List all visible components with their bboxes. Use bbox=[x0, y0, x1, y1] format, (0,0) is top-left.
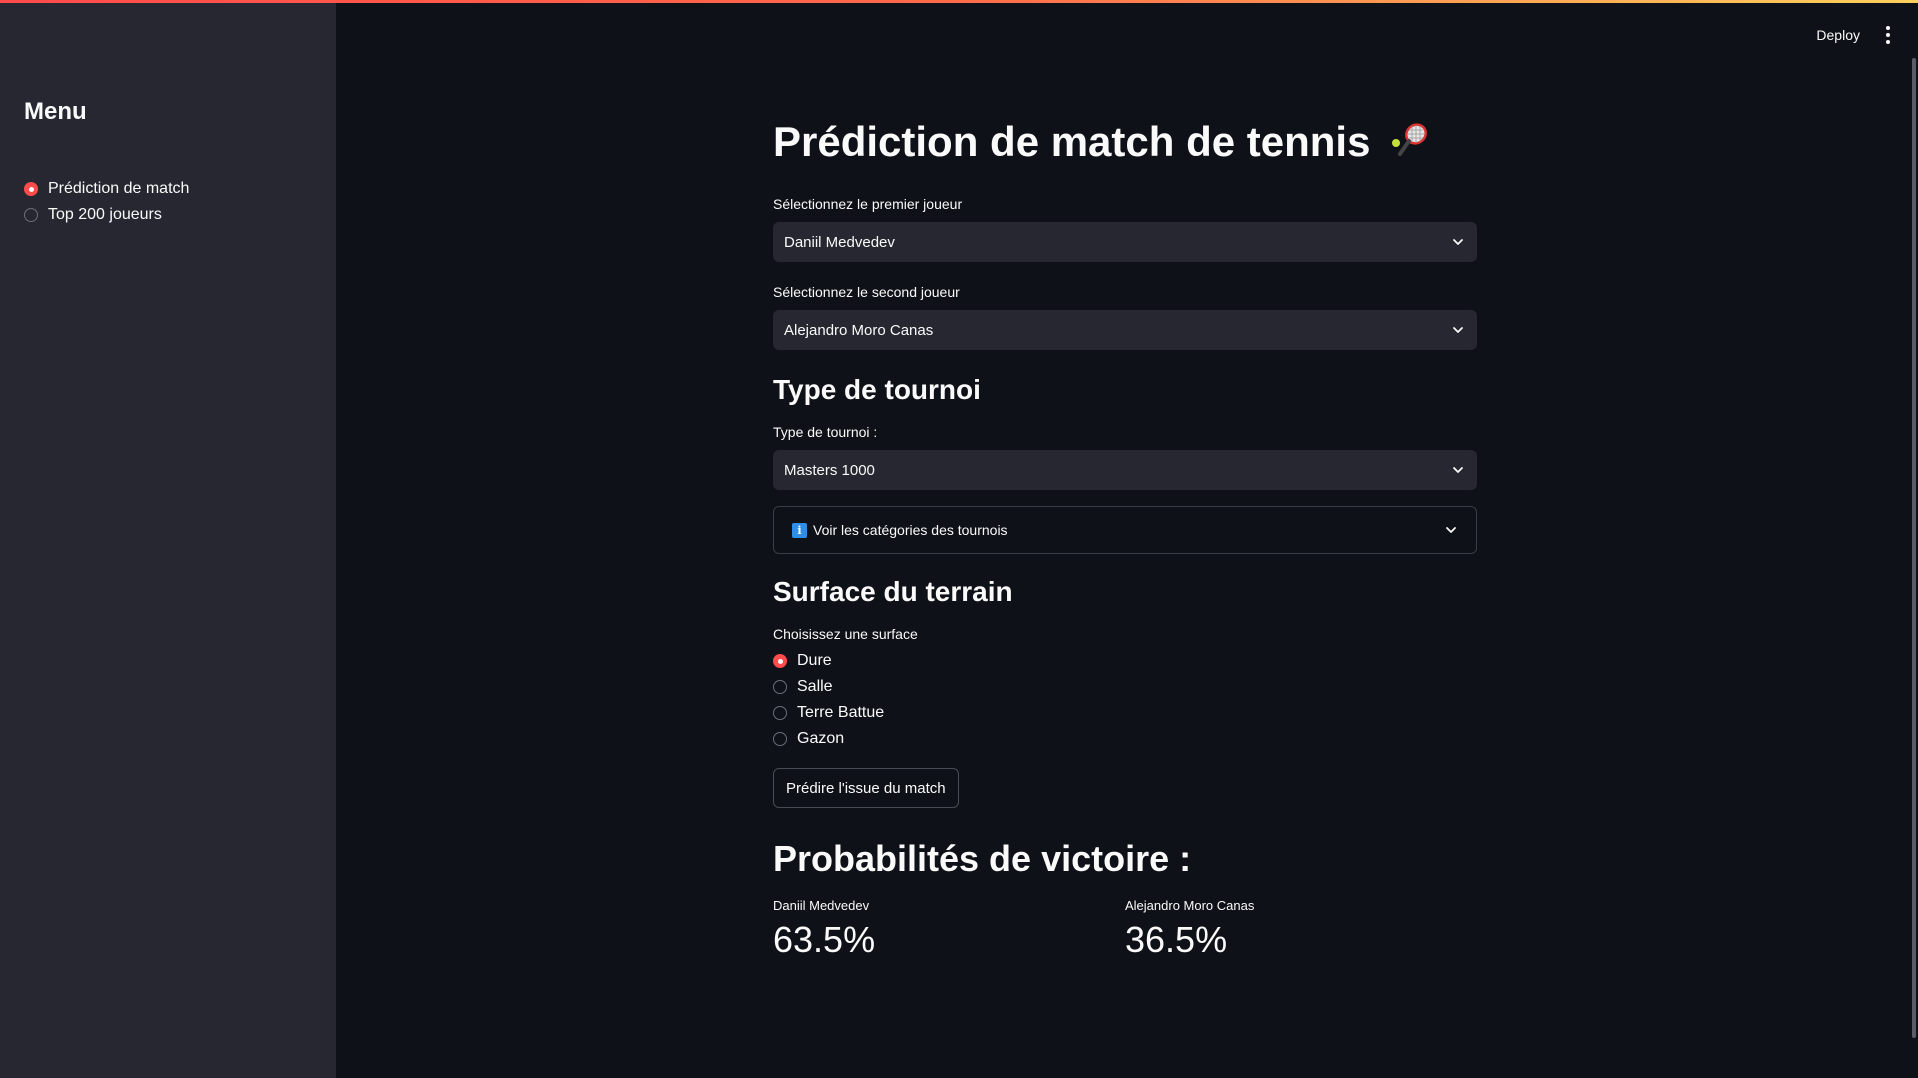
metric-player1: Daniil Medvedev 63.5% bbox=[773, 898, 1125, 961]
tennis-racket-icon bbox=[1392, 123, 1428, 156]
sidebar-item-label: Top 200 joueurs bbox=[48, 206, 162, 223]
surface-option-label: Salle bbox=[797, 678, 833, 695]
tournament-value: Masters 1000 bbox=[784, 461, 875, 479]
chevron-down-icon bbox=[1446, 527, 1456, 533]
surface-option-terre-battue[interactable]: Terre Battue bbox=[773, 700, 1477, 726]
surface-option-dure[interactable]: Dure bbox=[773, 648, 1477, 674]
page-title: Prédiction de match de tennis bbox=[773, 110, 1477, 174]
surface-option-label: Gazon bbox=[797, 730, 845, 747]
page-title-text: Prédiction de match de tennis bbox=[773, 118, 1371, 165]
sidebar-item-prediction[interactable]: Prédiction de match bbox=[24, 176, 189, 202]
sidebar-radio-group: Prédiction de match Top 200 joueurs bbox=[24, 176, 189, 228]
player2-select[interactable]: Alejandro Moro Canas bbox=[773, 310, 1477, 350]
surface-option-salle[interactable]: Salle bbox=[773, 674, 1477, 700]
expander-label: Voir les catégories des tournois bbox=[813, 522, 1008, 538]
radio-unchecked-icon bbox=[24, 208, 38, 222]
info-icon: i bbox=[792, 522, 807, 538]
player2-label: Sélectionnez le second joueur bbox=[773, 284, 960, 300]
tournament-section-heading: Type de tournoi bbox=[773, 374, 981, 405]
surface-radio-group: Dure Salle Terre Battue Gazon bbox=[773, 648, 1477, 752]
radio-unchecked-icon bbox=[773, 680, 787, 694]
surface-option-label: Dure bbox=[797, 652, 832, 669]
radio-checked-icon bbox=[773, 654, 787, 668]
tournament-label: Type de tournoi : bbox=[773, 424, 878, 440]
player2-value: Alejandro Moro Canas bbox=[784, 321, 934, 339]
scrollbar-thumb[interactable] bbox=[1912, 58, 1916, 1038]
sidebar: Menu Prédiction de match Top 200 joueurs bbox=[0, 0, 336, 1078]
deploy-button[interactable]: Deploy bbox=[1816, 27, 1860, 43]
surface-option-gazon[interactable]: Gazon bbox=[773, 726, 1477, 752]
radio-unchecked-icon bbox=[773, 706, 787, 720]
sidebar-item-top200[interactable]: Top 200 joueurs bbox=[24, 202, 189, 228]
metric-value: 36.5% bbox=[1125, 919, 1228, 960]
metric-label: Alejandro Moro Canas bbox=[1125, 898, 1255, 913]
metrics-row: Daniil Medvedev 63.5% Alejandro Moro Can… bbox=[773, 898, 1477, 961]
probabilities-heading: Probabilités de victoire : bbox=[773, 838, 1192, 879]
surface-label: Choisissez une surface bbox=[773, 626, 918, 642]
top-decoration-bar bbox=[0, 0, 1918, 3]
predict-button[interactable]: Prédire l'issue du match bbox=[773, 768, 959, 808]
sidebar-title: Menu bbox=[24, 98, 87, 125]
radio-checked-icon bbox=[24, 182, 38, 196]
header-toolbar: Deploy bbox=[1816, 24, 1894, 46]
chevron-down-icon bbox=[1453, 239, 1463, 245]
tournament-select[interactable]: Masters 1000 bbox=[773, 450, 1477, 490]
chevron-down-icon bbox=[1453, 327, 1463, 333]
tournament-categories-expander[interactable]: i Voir les catégories des tournois bbox=[773, 506, 1477, 554]
metric-player2: Alejandro Moro Canas 36.5% bbox=[1125, 898, 1477, 961]
metric-label: Daniil Medvedev bbox=[773, 898, 870, 913]
kebab-menu-icon[interactable] bbox=[1882, 24, 1894, 46]
sidebar-item-label: Prédiction de match bbox=[48, 180, 190, 197]
player1-label: Sélectionnez le premier joueur bbox=[773, 196, 963, 212]
player1-select[interactable]: Daniil Medvedev bbox=[773, 222, 1477, 262]
metric-value: 63.5% bbox=[773, 919, 876, 960]
expander-header: i Voir les catégories des tournois bbox=[792, 522, 1008, 538]
surface-option-label: Terre Battue bbox=[797, 704, 885, 721]
chevron-down-icon bbox=[1453, 467, 1463, 473]
scrollbar[interactable] bbox=[1910, 58, 1918, 1038]
main-content: Prédiction de match de tennis Sélectionn… bbox=[773, 110, 1477, 961]
radio-unchecked-icon bbox=[773, 732, 787, 746]
surface-section-heading: Surface du terrain bbox=[773, 576, 1013, 607]
player1-value: Daniil Medvedev bbox=[784, 233, 895, 251]
